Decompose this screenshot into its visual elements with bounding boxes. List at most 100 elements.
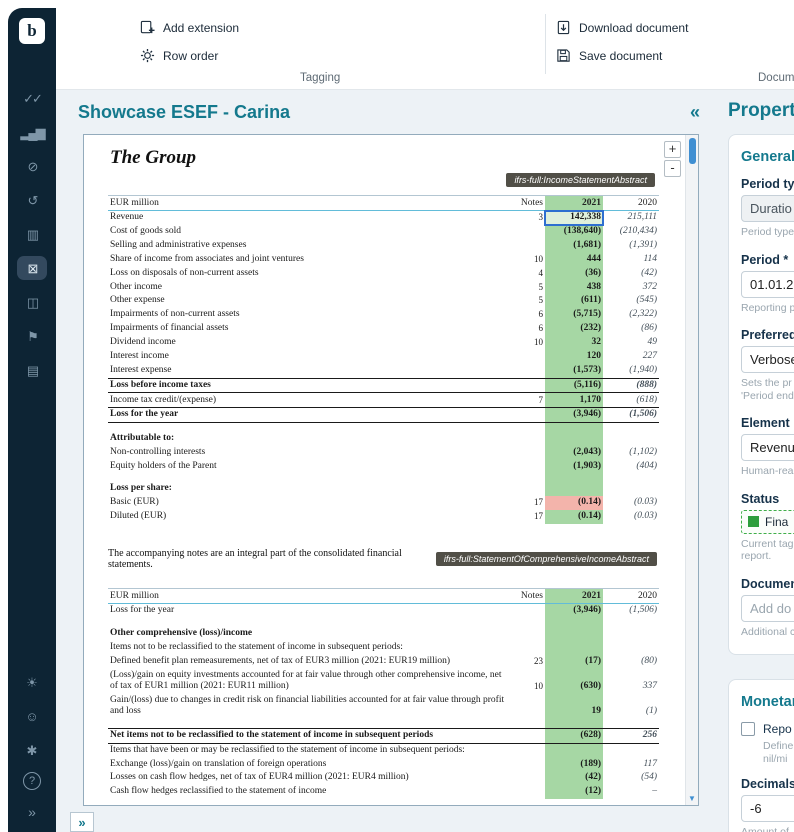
fact-cell-2020[interactable]: 256: [603, 728, 659, 743]
fact-cell-2020[interactable]: (1,506): [603, 408, 659, 423]
layers-icon[interactable]: ◫: [17, 290, 47, 314]
fact-cell-2021[interactable]: [545, 618, 603, 627]
fact-cell-2020[interactable]: (1,940): [603, 364, 659, 378]
collapse-panel-icon[interactable]: «: [690, 102, 700, 123]
add-extension-button[interactable]: Add extension: [140, 20, 239, 35]
settings-icon[interactable]: ✱: [17, 738, 47, 762]
element-label-input[interactable]: [741, 434, 794, 461]
report-checkbox[interactable]: [741, 722, 755, 736]
fact-cell-2021[interactable]: (0.14): [545, 510, 603, 524]
fact-cell-2020[interactable]: [603, 719, 659, 728]
fact-cell-2020[interactable]: [603, 743, 659, 757]
decimals-input[interactable]: [741, 795, 794, 822]
fact-cell-2021[interactable]: 444: [545, 253, 603, 267]
fact-cell-2020[interactable]: [603, 618, 659, 627]
refresh-icon[interactable]: ↺: [17, 188, 47, 212]
fact-cell-2020[interactable]: (545): [603, 294, 659, 308]
fact-cell-2021[interactable]: (3,946): [545, 408, 603, 423]
expand-panel-button[interactable]: »: [70, 812, 94, 832]
fact-cell-2020[interactable]: [603, 432, 659, 446]
fact-cell-2021[interactable]: (630): [545, 668, 603, 693]
fact-cell-2021[interactable]: [545, 627, 603, 641]
fact-cell-2021[interactable]: 1,170: [545, 393, 603, 408]
fact-cell-2020[interactable]: 49: [603, 336, 659, 350]
fact-cell-2020[interactable]: (1,391): [603, 239, 659, 253]
bar-chart-icon[interactable]: ▂▄▆: [17, 120, 47, 144]
fact-cell-2021[interactable]: (3,946): [545, 603, 603, 617]
tag-badge-income-statement[interactable]: ifrs-full:IncomeStatementAbstract: [506, 173, 655, 187]
fact-cell-2020[interactable]: [603, 641, 659, 655]
status-badge[interactable]: Fina: [741, 510, 794, 534]
fact-cell-2021[interactable]: (1,573): [545, 364, 603, 378]
fact-cell-2020[interactable]: 114: [603, 253, 659, 267]
fact-cell-2021[interactable]: 120: [545, 350, 603, 364]
fact-cell-2021[interactable]: [545, 423, 603, 432]
fact-cell-2021[interactable]: [545, 432, 603, 446]
zoom-out-button[interactable]: -: [664, 160, 681, 177]
sidebar-expand-icon[interactable]: »: [17, 800, 47, 824]
fact-cell-2021[interactable]: (36): [545, 267, 603, 281]
fact-cell-2020[interactable]: [603, 627, 659, 641]
fact-cell-2021[interactable]: (1,681): [545, 239, 603, 253]
documentation-input[interactable]: [741, 595, 794, 622]
fact-cell-2020[interactable]: 337: [603, 668, 659, 693]
fact-cell-2021[interactable]: (1,903): [545, 459, 603, 473]
fact-cell-2020[interactable]: (1): [603, 694, 659, 719]
fact-cell-2021[interactable]: [545, 719, 603, 728]
download-document-button[interactable]: Download document: [556, 20, 688, 35]
fact-cell-2021[interactable]: (628): [545, 728, 603, 743]
comment-icon[interactable]: ▥: [17, 222, 47, 246]
fact-cell-2020[interactable]: (2,322): [603, 308, 659, 322]
tag-badge-comprehensive-income[interactable]: ifrs-full:StatementOfComprehensiveIncome…: [436, 552, 657, 566]
vertical-scrollbar[interactable]: ▼: [685, 135, 698, 805]
fact-cell-2021[interactable]: (42): [545, 771, 603, 785]
fact-cell-2021[interactable]: (2,043): [545, 446, 603, 460]
fact-cell-2020[interactable]: (888): [603, 378, 659, 393]
fact-cell-2020[interactable]: (1,102): [603, 446, 659, 460]
fact-cell-2021[interactable]: [545, 743, 603, 757]
fact-cell-2021[interactable]: [545, 482, 603, 496]
fact-cell-2020[interactable]: 372: [603, 280, 659, 294]
fact-cell-2020[interactable]: (54): [603, 771, 659, 785]
fact-cell-2020[interactable]: (86): [603, 322, 659, 336]
fact-cell-2020[interactable]: (80): [603, 655, 659, 669]
fact-cell-2021[interactable]: (138,640): [545, 225, 603, 239]
fact-cell-2021[interactable]: (17): [545, 655, 603, 669]
fact-cell-2020[interactable]: [603, 423, 659, 432]
save-document-button[interactable]: Save document: [556, 48, 662, 63]
fact-cell-2021[interactable]: (0.14): [545, 496, 603, 510]
fact-cell-2020[interactable]: (0.03): [603, 510, 659, 524]
slash-circle-icon[interactable]: ⊘: [17, 154, 47, 178]
fact-cell-2021[interactable]: [545, 473, 603, 482]
fact-cell-2021[interactable]: (5,116): [545, 378, 603, 393]
double-check-icon[interactable]: ✓✓: [17, 86, 47, 110]
fact-cell-2020[interactable]: (42): [603, 267, 659, 281]
fact-cell-2021[interactable]: (5,715): [545, 308, 603, 322]
user-icon[interactable]: ☺: [17, 704, 47, 728]
fact-cell-2020[interactable]: [603, 473, 659, 482]
theme-icon[interactable]: ☀: [17, 670, 47, 694]
fact-cell-2021[interactable]: (12): [545, 785, 603, 799]
row-order-button[interactable]: Row order: [140, 48, 218, 63]
period-type-input[interactable]: [741, 195, 794, 222]
fact-cell-2020[interactable]: (404): [603, 459, 659, 473]
clipboard-icon[interactable]: ▤: [17, 358, 47, 382]
fact-cell-2020[interactable]: 227: [603, 350, 659, 364]
fact-cell-2021[interactable]: (189): [545, 757, 603, 771]
fact-cell-2021[interactable]: [545, 641, 603, 655]
report-nil-row[interactable]: Repo: [741, 722, 794, 736]
preferred-input[interactable]: [741, 346, 794, 373]
fact-cell-2020[interactable]: 117: [603, 757, 659, 771]
fact-cell-2020[interactable]: (210,434): [603, 225, 659, 239]
fact-cell-2021[interactable]: 32: [545, 336, 603, 350]
flag-icon[interactable]: ⚑: [17, 324, 47, 348]
fact-cell-2021[interactable]: 19: [545, 694, 603, 719]
fact-cell-2021[interactable]: 438: [545, 280, 603, 294]
fact-cell-2020[interactable]: (0.03): [603, 496, 659, 510]
period-input[interactable]: [741, 271, 794, 298]
zoom-in-button[interactable]: +: [664, 141, 681, 158]
fact-cell-2020[interactable]: (618): [603, 393, 659, 408]
fact-cell-2020[interactable]: (1,506): [603, 603, 659, 617]
fact-cell-2020[interactable]: [603, 482, 659, 496]
scrollbar-thumb[interactable]: [689, 138, 696, 164]
